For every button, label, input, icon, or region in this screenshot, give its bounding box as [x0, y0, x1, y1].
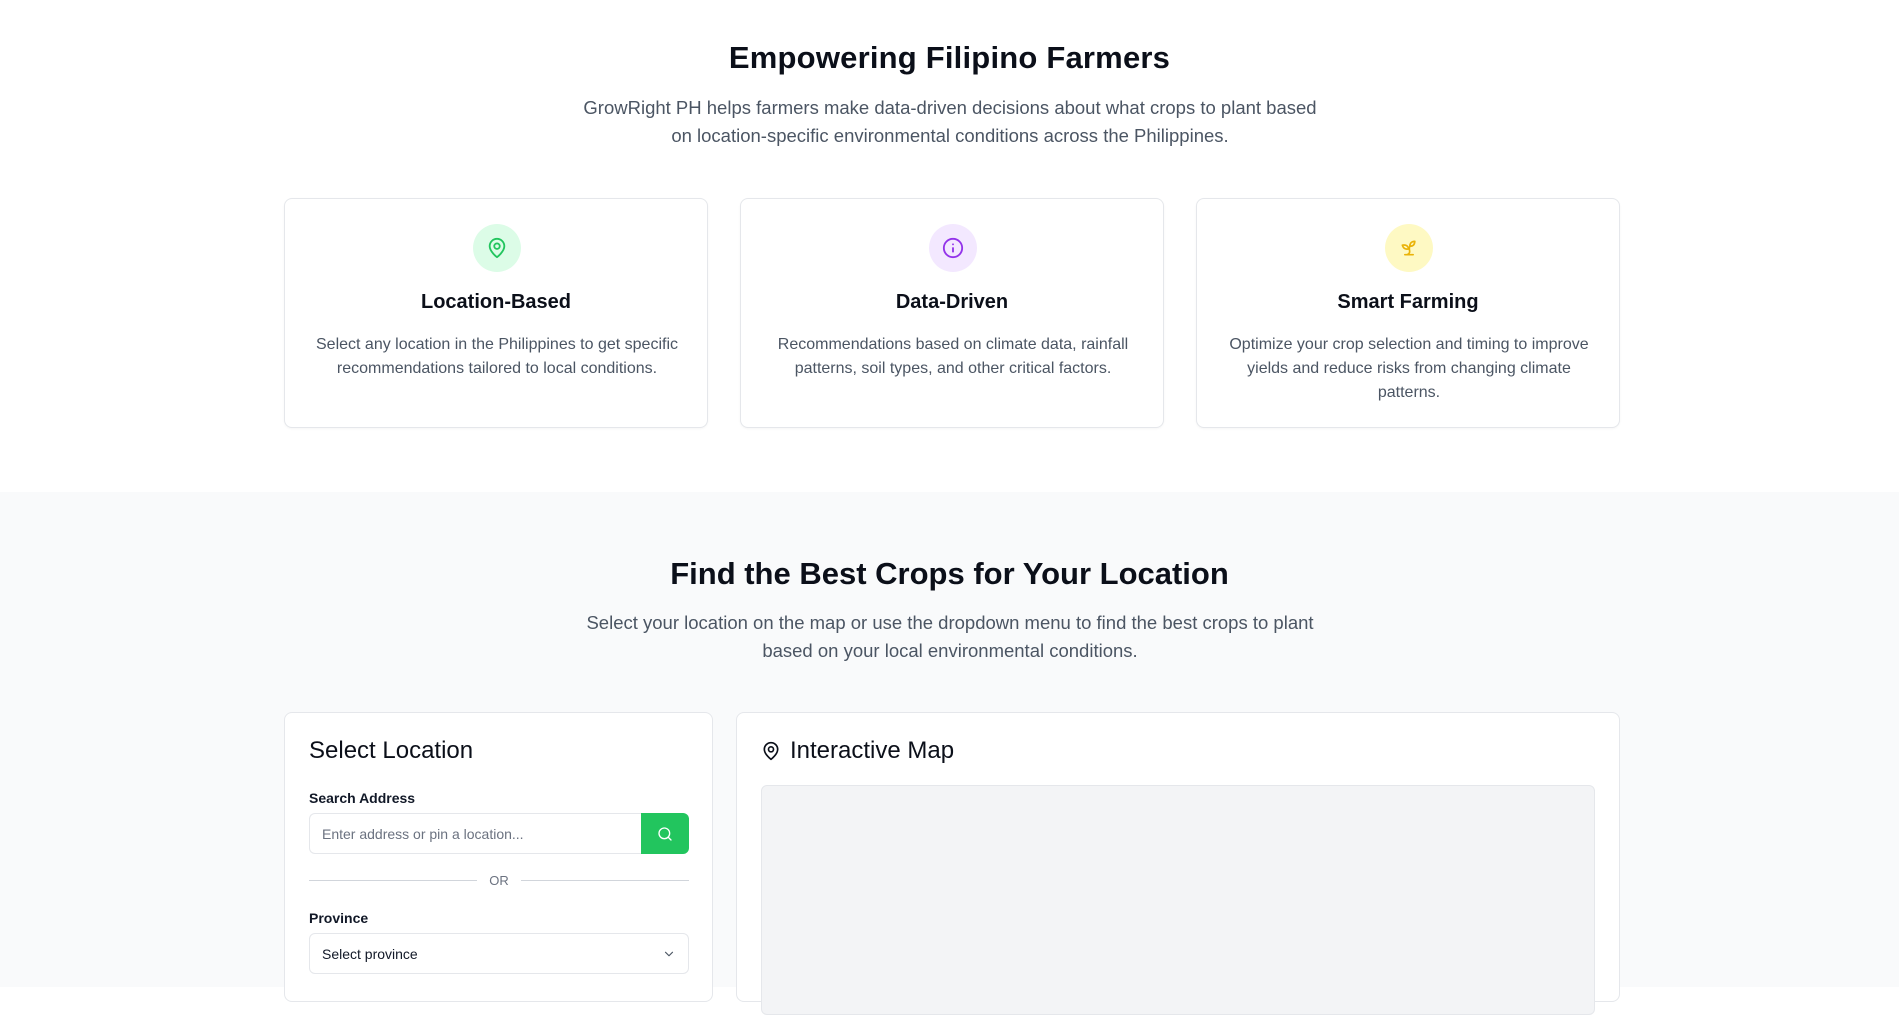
feature-card-location-based: Location-Based Select any location in th…	[284, 198, 708, 428]
search-icon	[657, 826, 673, 842]
search-button[interactable]	[641, 813, 689, 854]
feature-card-smart-farming: Smart Farming Optimize your crop selecti…	[1196, 198, 1620, 428]
feature-card-data-driven: Data-Driven Recommendations based on cli…	[740, 198, 1164, 428]
feature-description: Select any location in the Philippines t…	[316, 336, 678, 377]
chevron-down-icon	[662, 947, 676, 961]
about-title: Empowering Filipino Farmers	[728, 40, 1171, 75]
finder-subtitle: Select your location on the map or use t…	[586, 612, 1314, 661]
province-select-value: Select province	[322, 945, 418, 962]
feature-description: Optimize your crop selection and timing …	[1229, 336, 1589, 401]
map-canvas[interactable]	[761, 785, 1595, 1015]
province-select[interactable]: Select province	[309, 933, 689, 974]
finder-title: Find the Best Crops for Your Location	[670, 556, 1229, 591]
interactive-map-title: Interactive Map	[790, 737, 955, 764]
divider-line	[309, 880, 478, 881]
province-label: Province	[309, 910, 369, 926]
feature-title: Smart Farming	[1337, 291, 1479, 313]
map-pin-icon	[761, 741, 781, 761]
search-address-row	[309, 813, 689, 854]
sprout-icon	[1385, 224, 1433, 272]
about-subtitle: GrowRight PH helps farmers make data-dri…	[583, 97, 1317, 146]
search-address-label: Search Address	[309, 790, 416, 806]
map-pin-icon	[473, 224, 521, 272]
crop-finder-section: Find the Best Crops for Your Location Se…	[0, 492, 1899, 1015]
select-location-panel: Select Location Search Address OR Provin…	[284, 712, 713, 1002]
feature-description: Recommendations based on climate data, r…	[777, 336, 1129, 377]
feature-title: Data-Driven	[895, 291, 1009, 313]
about-section: Empowering Filipino Farmers GrowRight PH…	[0, 0, 1899, 492]
divider-line	[520, 880, 689, 881]
search-address-input[interactable]	[309, 813, 641, 854]
interactive-map-header: Interactive Map	[761, 737, 954, 765]
or-divider: OR	[309, 873, 689, 888]
info-icon	[929, 224, 977, 272]
select-location-title: Select Location	[309, 737, 474, 764]
interactive-map-panel: Interactive Map	[736, 712, 1620, 1015]
feature-title: Location-Based	[420, 291, 572, 313]
or-text: OR	[489, 873, 509, 888]
